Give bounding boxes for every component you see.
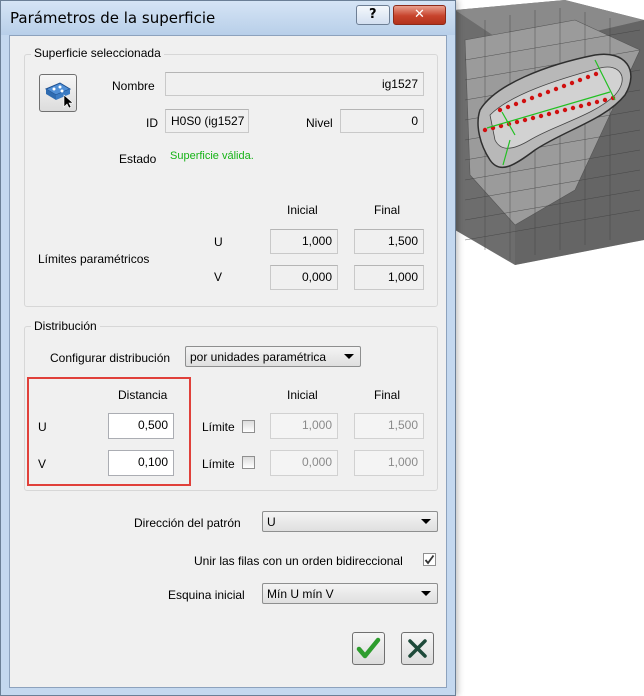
level-field: 0: [340, 109, 424, 133]
state-label: Estado: [119, 152, 157, 166]
distance-highlight-box: [27, 377, 191, 486]
close-icon: ✕: [414, 7, 425, 22]
close-button[interactable]: ✕: [393, 5, 446, 25]
bidirectional-checkbox[interactable]: [423, 553, 436, 566]
chevron-down-icon: [421, 519, 431, 524]
start-corner-label: Esquina inicial: [168, 588, 245, 602]
v-final-field: 1,000: [354, 265, 424, 290]
dist-v-initial-field: 0,000: [270, 450, 338, 476]
model-viewport[interactable]: [455, 0, 644, 300]
configure-distribution-value: por unidades paramétrica: [190, 350, 327, 364]
v-initial-field: 0,000: [270, 265, 338, 290]
pattern-direction-value: U: [267, 515, 276, 529]
dist-v-final-field: 1,000: [354, 450, 424, 476]
dist-u-final-field: 1,500: [354, 413, 424, 439]
start-corner-value: Mín U mín V: [267, 587, 334, 601]
ok-button[interactable]: [352, 632, 385, 665]
bidirectional-label: Unir las filas con un orden bidirecciona…: [194, 554, 403, 568]
state-value: Superficie válida.: [170, 150, 254, 162]
u-limit-label: Límite: [202, 420, 235, 434]
title-bar[interactable]: Parámetros de la superficie ? ✕: [1, 1, 455, 35]
id-field: H0S0 (ig1527: [165, 109, 249, 133]
selected-surface-group-title: Superficie seleccionada: [31, 46, 164, 60]
chevron-down-icon: [344, 354, 354, 359]
chevron-down-icon: [421, 591, 431, 596]
help-button[interactable]: ?: [356, 5, 390, 25]
surface-parameters-dialog: Parámetros de la superficie ? ✕ Superfic…: [0, 0, 456, 696]
v-label: V: [214, 270, 223, 284]
dist-u-initial-field: 1,000: [270, 413, 338, 439]
u-label: U: [214, 235, 223, 249]
name-field: ig1527: [165, 72, 424, 96]
pattern-direction-label: Dirección del patrón: [134, 516, 241, 530]
u-final-field: 1,500: [354, 229, 424, 254]
select-surface-button[interactable]: [39, 74, 77, 112]
help-icon: ?: [369, 7, 377, 22]
checkmark-icon: [356, 637, 381, 659]
param-limits-label: Límites paramétricos: [38, 252, 150, 266]
id-label: ID: [146, 116, 158, 130]
level-label: Nivel: [306, 116, 333, 130]
v-limit-checkbox[interactable]: [242, 456, 255, 469]
dialog-body: Superficie seleccionada Nombre ig1527 ID…: [9, 35, 447, 688]
configure-distribution-label: Configurar distribución: [50, 351, 171, 365]
name-label: Nombre: [112, 79, 155, 93]
u-initial-field: 1,000: [270, 229, 338, 254]
v-limit-label: Límite: [202, 457, 235, 471]
start-corner-select[interactable]: Mín U mín V: [262, 583, 438, 604]
dist-final-header: Final: [374, 388, 401, 402]
dist-initial-header: Inicial: [287, 388, 318, 402]
select-surface-icon: [44, 82, 74, 109]
pattern-direction-select[interactable]: U: [262, 511, 438, 532]
checkmark-icon: [424, 554, 435, 565]
cancel-icon: [408, 639, 427, 658]
final-header: Final: [374, 203, 401, 217]
initial-header: Inicial: [287, 203, 318, 217]
distribution-group-title: Distribución: [31, 319, 100, 333]
u-limit-checkbox[interactable]: [242, 420, 255, 433]
surface-model-image: [455, 0, 644, 265]
configure-distribution-select[interactable]: por unidades paramétrica: [185, 346, 361, 367]
dialog-title: Parámetros de la superficie: [10, 9, 216, 27]
cancel-button[interactable]: [401, 632, 434, 665]
